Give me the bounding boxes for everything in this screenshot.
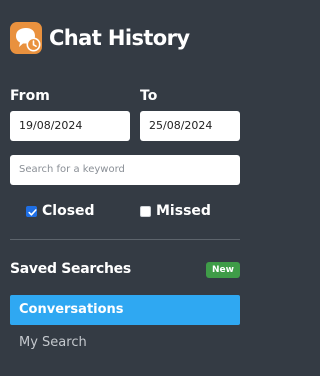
missed-filter-label: Missed — [156, 203, 211, 219]
chat-history-panel: Chat History From 19/08/2024 To 25/08/20… — [0, 0, 249, 376]
saved-searches-heading: Saved Searches — [10, 261, 131, 277]
missed-filter[interactable]: Missed — [140, 202, 211, 220]
section-divider — [10, 239, 240, 240]
saved-search-my-search[interactable]: My Search — [10, 328, 240, 358]
closed-filter-label: Closed — [42, 203, 95, 219]
to-label: To — [140, 88, 158, 104]
to-date-field[interactable]: 25/08/2024 — [140, 111, 240, 141]
saved-search-conversations[interactable]: Conversations — [10, 295, 240, 325]
panel-header: Chat History — [10, 21, 190, 55]
closed-filter[interactable]: Closed — [26, 202, 95, 220]
keyword-search-input[interactable]: Search for a keyword — [10, 155, 240, 185]
chat-history-icon — [10, 22, 42, 54]
from-label: From — [10, 88, 50, 104]
page-title: Chat History — [49, 26, 190, 50]
closed-checkbox[interactable] — [26, 205, 37, 217]
new-saved-search-badge[interactable]: New — [206, 262, 240, 278]
missed-checkbox[interactable] — [140, 205, 151, 217]
from-date-field[interactable]: 19/08/2024 — [10, 111, 130, 141]
